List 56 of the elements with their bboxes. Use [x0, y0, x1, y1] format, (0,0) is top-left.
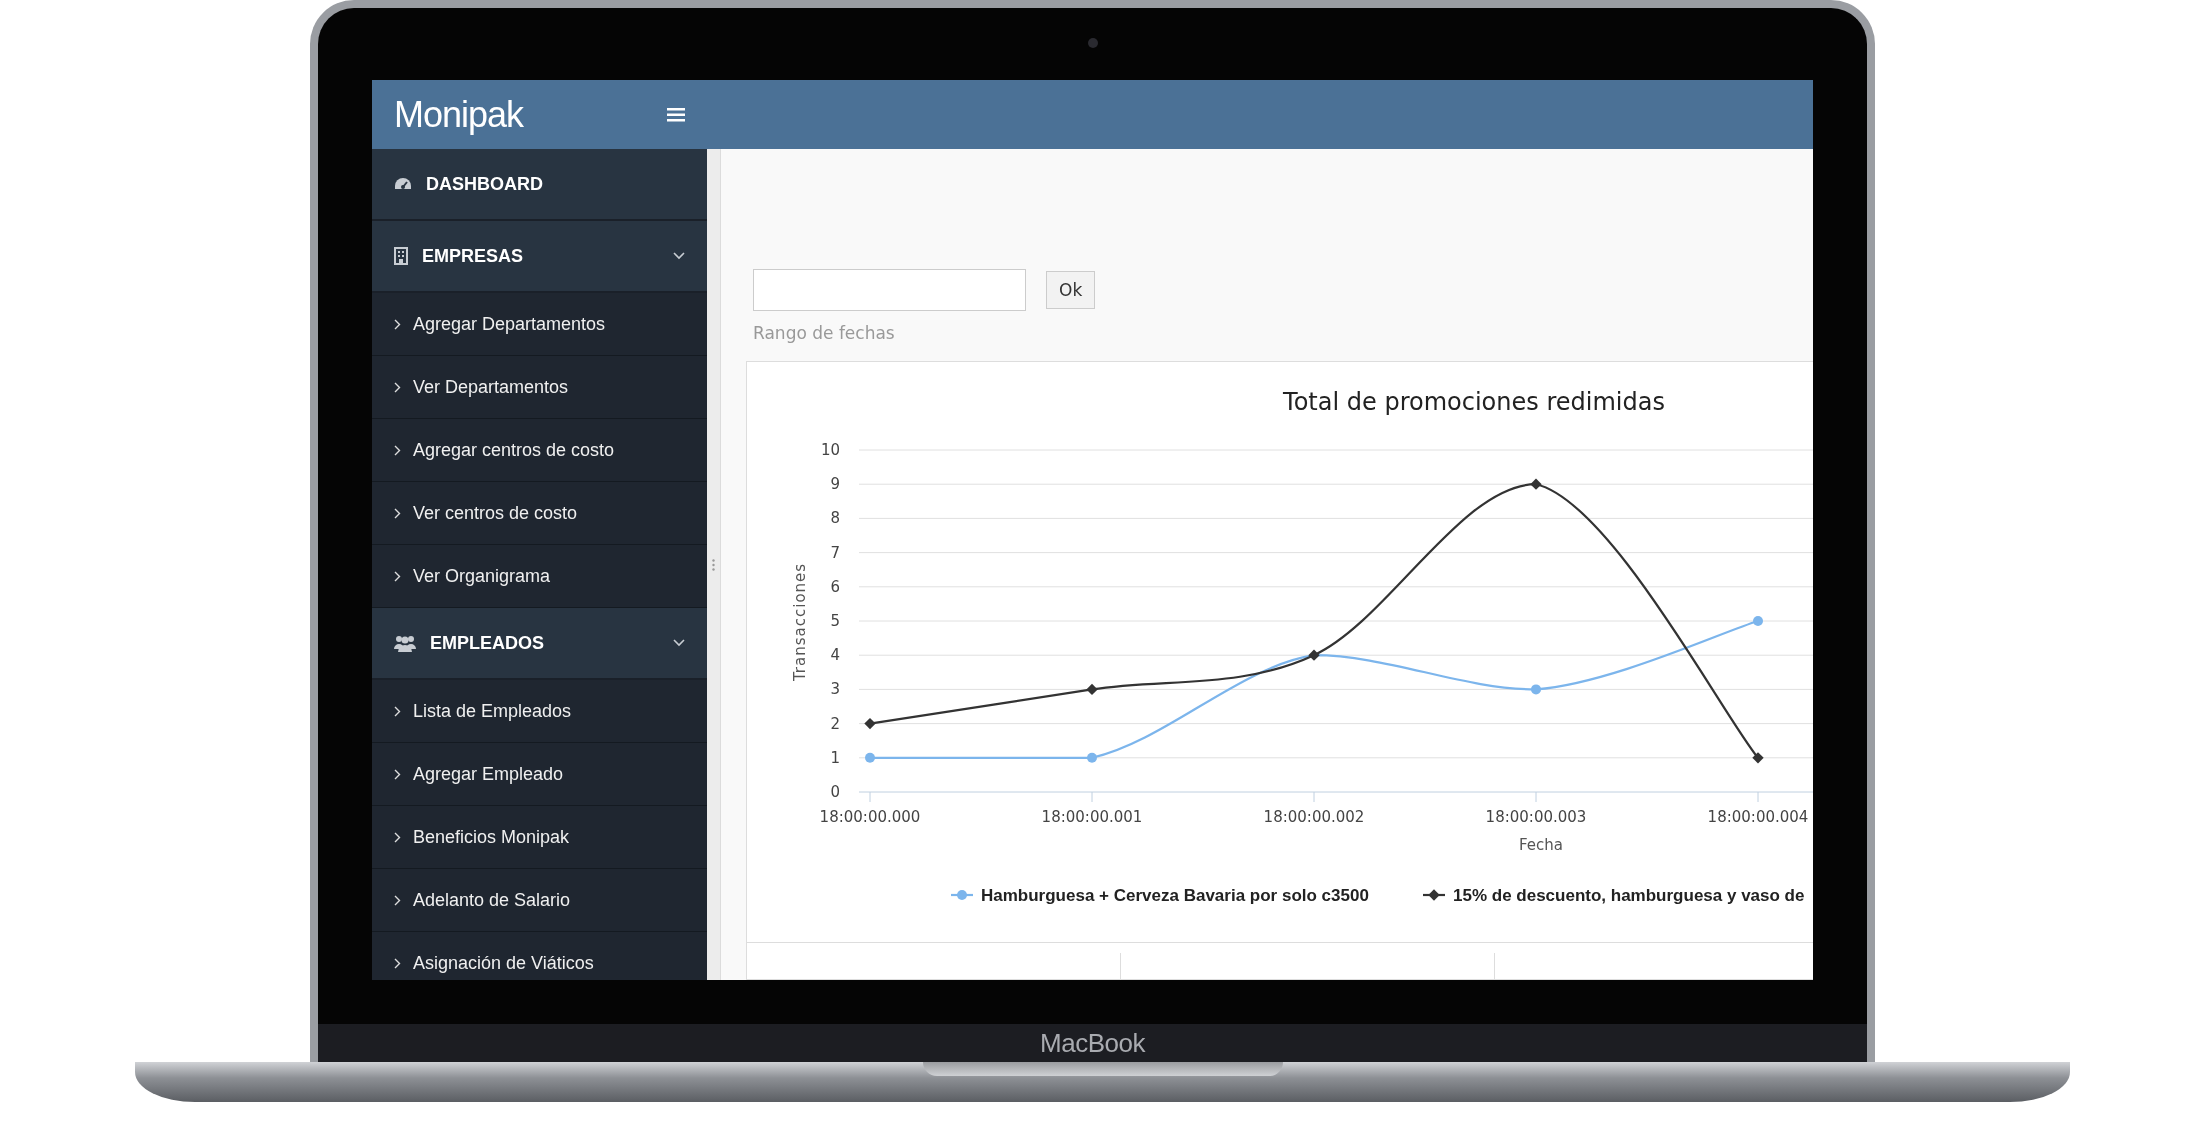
chevron-icon	[394, 444, 401, 456]
sidebar-section[interactable]: EMPLEADOS	[372, 608, 707, 680]
legend-marker[interactable]	[1423, 889, 1445, 901]
y-tick-label: 1	[830, 748, 840, 767]
y-tick-label: 10	[820, 441, 840, 459]
splitter-handle-icon[interactable]	[712, 558, 715, 571]
x-tick-label: 18:00:00.003	[1485, 808, 1587, 826]
chevron-icon	[394, 768, 401, 780]
x-tick-label: 18:00:00.004	[1707, 808, 1809, 826]
data-point	[1753, 616, 1763, 626]
gauge-icon	[394, 176, 412, 192]
chevron-icon	[394, 831, 401, 843]
y-tick-label: 5	[830, 612, 840, 630]
chevron-icon	[394, 705, 401, 717]
y-axis-title: Transacciones	[791, 562, 809, 682]
y-tick-label: 0	[830, 783, 840, 801]
y-tick-label: 3	[830, 680, 840, 699]
data-point	[864, 717, 876, 730]
ok-button[interactable]: Ok	[1046, 271, 1096, 309]
y-tick-label: 4	[830, 646, 840, 665]
data-point	[1752, 752, 1764, 764]
legend-marker[interactable]	[951, 890, 973, 900]
x-tick-label: 18:00:00.001	[1041, 808, 1143, 826]
legend-label[interactable]: Hamburguesa + Cerveza Bavaria por solo c3500	[981, 886, 1369, 905]
data-point	[1531, 684, 1541, 695]
camera-lens	[1087, 38, 1098, 48]
chevron-icon	[394, 894, 401, 906]
menu-icon[interactable]	[667, 106, 685, 123]
data-point	[1087, 752, 1097, 763]
chevron-icon	[394, 570, 401, 582]
data-point	[1308, 649, 1320, 661]
data-point	[1086, 683, 1098, 696]
y-tick-label: 2	[830, 714, 840, 733]
device-label: MacBook	[1040, 1027, 1145, 1059]
date-range-caption: Rango de fechas	[752, 322, 896, 345]
data-point	[865, 752, 875, 763]
date-range-field[interactable]	[753, 269, 1026, 311]
chart-title: Total de promociones redimidas	[1283, 388, 1665, 416]
y-tick-label: 9	[830, 475, 840, 494]
chevron-icon	[394, 318, 401, 330]
x-tick-label: 18:00:00.002	[1263, 808, 1365, 826]
chevron-icon	[394, 381, 401, 393]
x-tick-label: 18:00:00.000	[819, 808, 921, 826]
chevron-icon	[394, 507, 401, 519]
y-tick-label: 8	[830, 509, 840, 528]
chevron-icon	[394, 957, 401, 969]
x-axis-title: Fecha	[1519, 836, 1563, 854]
building-icon	[394, 247, 408, 265]
sidebar-section[interactable]: DASHBOARD	[372, 149, 707, 221]
legend-label[interactable]: 15% de descuento, hamburguesa y vaso de	[1453, 886, 1805, 905]
y-tick-label: 6	[830, 577, 840, 596]
logo[interactable]: Monipak	[394, 93, 524, 136]
data-point	[1530, 478, 1542, 490]
sidebar-section[interactable]: EMPRESAS	[372, 221, 707, 293]
y-tick-label: 7	[830, 543, 840, 562]
users-icon	[394, 634, 416, 652]
